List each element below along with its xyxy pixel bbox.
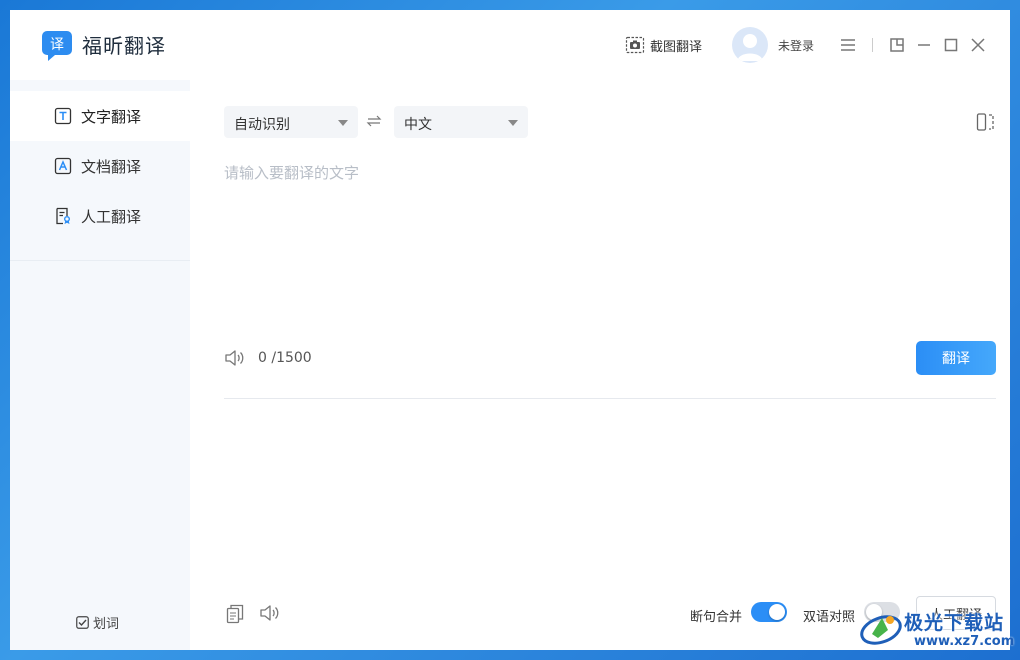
swap-languages-icon[interactable]: [366, 113, 382, 129]
app-logo-icon: 译: [42, 31, 72, 61]
login-status[interactable]: 未登录: [778, 37, 814, 54]
human-translate-icon: [56, 207, 70, 225]
user-icon: [737, 34, 763, 61]
merge-sentences-toggle[interactable]: [751, 602, 787, 622]
sidebar-divider: [10, 260, 190, 261]
sidebar: 文字翻译 文档翻译 人工翻译: [10, 80, 190, 650]
mini-mode-icon[interactable]: [887, 35, 907, 55]
character-counter: 0 /1500: [258, 350, 312, 366]
chevron-down-icon: [508, 120, 518, 126]
close-icon[interactable]: [968, 35, 988, 55]
app-window: 译 福昕翻译 截图翻译 未登录 文字翻译 文档翻译 人工翻译 划词 自动识别 中…: [10, 10, 1010, 650]
text-translate-icon: [54, 107, 72, 125]
sidebar-item-text-translate[interactable]: 文字翻译: [10, 91, 190, 141]
sidebar-item-document-translate[interactable]: 文档翻译: [10, 141, 190, 191]
content-divider: [224, 398, 996, 399]
menu-icon[interactable]: [838, 35, 858, 55]
screenshot-translate-button[interactable]: 截图翻译: [625, 34, 702, 56]
sidebar-item-human-translate[interactable]: 人工翻译: [10, 191, 190, 241]
source-language-select[interactable]: 自动识别: [224, 106, 358, 138]
maximize-icon[interactable]: [941, 35, 961, 55]
avatar[interactable]: [732, 27, 768, 63]
select-word-toggle[interactable]: 划词: [76, 613, 119, 632]
bilingual-label: 双语对照: [803, 610, 856, 625]
copy-icon[interactable]: [226, 604, 244, 624]
sidebar-item-label: 人工翻译: [81, 207, 142, 226]
watermark-title: 极光下载站: [904, 612, 1005, 634]
source-text-input[interactable]: [224, 162, 994, 312]
watermark-logo-icon: [860, 615, 902, 645]
select-word-label: 划词: [93, 617, 120, 632]
layout-toggle-icon[interactable]: [976, 112, 996, 132]
camera-icon: [625, 36, 645, 54]
minimize-icon[interactable]: [914, 35, 934, 55]
checkbox-icon[interactable]: [76, 616, 89, 629]
translate-button[interactable]: 翻译: [916, 341, 996, 375]
watermark-url: www.xz7.com: [914, 634, 1015, 649]
screenshot-translate-label: 截图翻译: [650, 39, 703, 55]
merge-sentences-label: 断句合并: [690, 610, 743, 625]
document-translate-icon: [54, 157, 72, 175]
title-bar: 译 福昕翻译 截图翻译 未登录: [10, 10, 1010, 80]
target-language-value: 中文: [404, 117, 432, 133]
sidebar-item-label: 文档翻译: [81, 157, 142, 176]
app-title: 福昕翻译: [82, 34, 166, 58]
toolbar-divider: [872, 38, 873, 52]
target-language-select[interactable]: 中文: [394, 106, 528, 138]
sidebar-item-label: 文字翻译: [81, 107, 142, 126]
toggle-knob: [769, 604, 785, 620]
speaker-icon[interactable]: [259, 603, 281, 623]
svg-text:译: 译: [50, 37, 64, 53]
chevron-down-icon: [338, 120, 348, 126]
main-panel: 自动识别 中文 0 /1500 翻译: [190, 80, 1010, 650]
watermark: 极光下载站 www.xz7.com: [858, 604, 1018, 656]
source-language-value: 自动识别: [234, 117, 290, 133]
speaker-icon[interactable]: [224, 348, 246, 368]
